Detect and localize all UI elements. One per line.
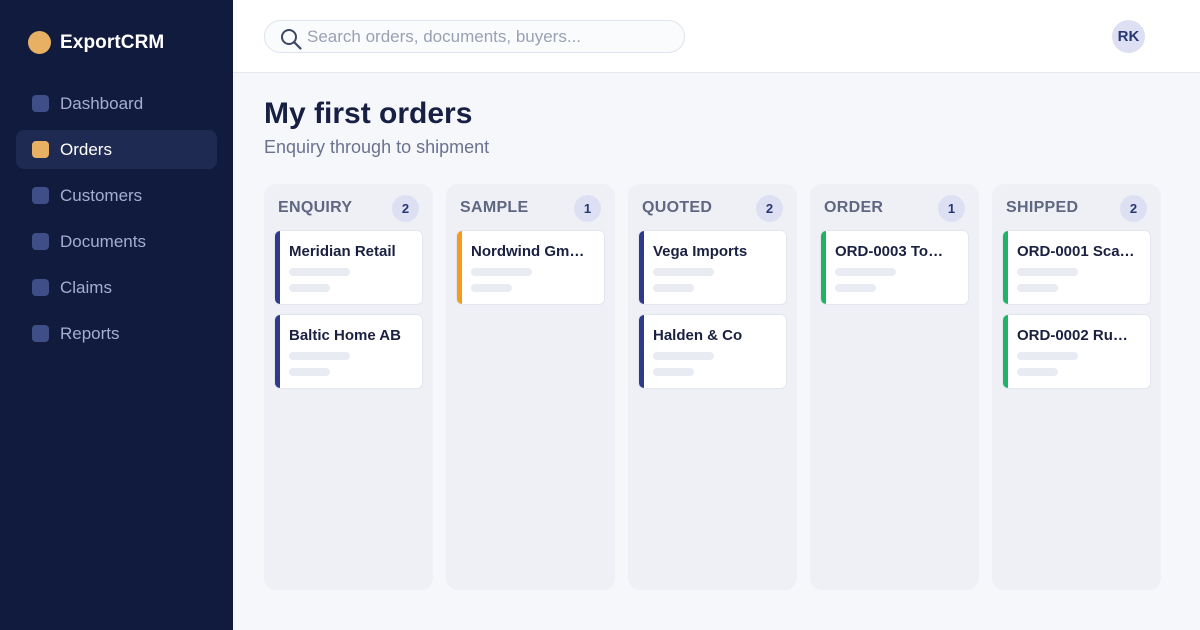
card-placeholder-line	[289, 284, 330, 292]
sidebar-item-label: Orders	[60, 139, 112, 159]
orders-icon	[32, 141, 49, 158]
card-placeholder-line	[289, 368, 330, 376]
brand-name: ExportCRM	[60, 31, 165, 53]
column-header: ORDER 1	[824, 194, 965, 222]
sidebar-item-documents[interactable]: Documents	[16, 222, 217, 261]
column-enquiry: ENQUIRY 2 Meridian Retail Baltic Home AB	[264, 184, 433, 590]
customers-icon	[32, 187, 49, 204]
claims-icon	[32, 279, 49, 296]
card-title: ORD-0001 Sca…	[1017, 243, 1135, 260]
card-status-stripe	[457, 231, 462, 304]
sidebar-item-label: Dashboard	[60, 93, 144, 113]
sidebar: ExportCRM Dashboard Orders Customers Doc…	[0, 0, 233, 630]
card-title: Baltic Home AB	[289, 327, 401, 344]
card-placeholder-line	[653, 268, 714, 276]
card-placeholder-line	[653, 352, 714, 360]
page-subtitle: Enquiry through to shipment	[264, 137, 490, 157]
card-title: Nordwind Gm…	[471, 243, 585, 260]
sidebar-item-customers[interactable]: Customers	[16, 176, 217, 215]
card-title: ORD-0003 To…	[835, 243, 944, 260]
order-card[interactable]: ORD-0002 Ru…	[1002, 314, 1151, 389]
sidebar-nav: Dashboard Orders Customers Documents Cla…	[16, 84, 217, 360]
column-count-badge: 2	[392, 194, 419, 222]
card-list: Nordwind Gm…	[456, 230, 605, 314]
sidebar-item-label: Customers	[60, 185, 143, 205]
card-title: Halden & Co	[653, 327, 743, 344]
dashboard-icon	[32, 95, 49, 112]
card-list: Vega Imports Halden & Co	[638, 230, 787, 398]
top-bar: RK	[233, 0, 1200, 73]
card-status-stripe	[639, 231, 644, 304]
column-header: SHIPPED 2	[1006, 194, 1147, 222]
card-placeholder-line	[835, 268, 896, 276]
card-placeholder-line	[653, 368, 694, 376]
search-input[interactable]	[307, 25, 667, 49]
sidebar-item-label: Claims	[60, 277, 112, 297]
card-status-stripe	[275, 231, 280, 304]
sidebar-item-claims[interactable]: Claims	[16, 268, 217, 307]
card-placeholder-line	[471, 268, 532, 276]
column-title: SHIPPED	[1006, 199, 1079, 216]
column-count-badge: 1	[574, 194, 601, 222]
order-card[interactable]: Meridian Retail	[274, 230, 423, 305]
card-placeholder-line	[1017, 284, 1058, 292]
avatar[interactable]: RK	[1112, 20, 1145, 53]
card-title: Vega Imports	[653, 243, 748, 260]
column-count-badge: 1	[938, 194, 965, 222]
card-title: Meridian Retail	[289, 243, 396, 260]
card-list: ORD-0003 To…	[820, 230, 969, 314]
documents-icon	[32, 233, 49, 250]
sidebar-item-label: Reports	[60, 323, 120, 343]
order-card[interactable]: ORD-0003 To…	[820, 230, 969, 305]
column-title: QUOTED	[642, 199, 713, 216]
column-count-badge: 2	[756, 194, 783, 222]
column-quoted: QUOTED 2 Vega Imports Halden & Co	[628, 184, 797, 590]
column-header: QUOTED 2	[642, 194, 783, 222]
column-header: SAMPLE 1	[460, 194, 601, 222]
reports-icon	[32, 325, 49, 342]
card-list: Meridian Retail Baltic Home AB	[274, 230, 423, 398]
order-card[interactable]: Baltic Home AB	[274, 314, 423, 389]
card-title: ORD-0002 Ru…	[1017, 327, 1128, 344]
card-placeholder-line	[289, 352, 350, 360]
search-bar[interactable]	[264, 20, 685, 53]
sidebar-item-dashboard[interactable]: Dashboard	[16, 84, 217, 123]
order-card[interactable]: Vega Imports	[638, 230, 787, 305]
column-title: ORDER	[824, 199, 884, 216]
order-card[interactable]: Halden & Co	[638, 314, 787, 389]
order-card[interactable]: Nordwind Gm…	[456, 230, 605, 305]
card-status-stripe	[275, 315, 280, 388]
card-status-stripe	[1003, 315, 1008, 388]
search-icon	[281, 29, 302, 50]
card-placeholder-line	[289, 268, 350, 276]
column-title: ENQUIRY	[278, 199, 353, 216]
sidebar-item-reports[interactable]: Reports	[16, 314, 217, 353]
column-title: SAMPLE	[460, 199, 529, 216]
logo-circle-icon	[28, 31, 51, 54]
sidebar-item-orders[interactable]: Orders	[16, 130, 217, 169]
card-placeholder-line	[471, 284, 512, 292]
column-sample: SAMPLE 1 Nordwind Gm…	[446, 184, 615, 590]
page-title: My first orders	[264, 97, 473, 130]
card-placeholder-line	[1017, 268, 1078, 276]
card-list: ORD-0001 Sca… ORD-0002 Ru…	[1002, 230, 1151, 398]
column-header: ENQUIRY 2	[278, 194, 419, 222]
column-order: ORDER 1 ORD-0003 To…	[810, 184, 979, 590]
card-status-stripe	[639, 315, 644, 388]
card-placeholder-line	[653, 284, 694, 292]
column-count-badge: 2	[1120, 194, 1147, 222]
sidebar-item-label: Documents	[60, 231, 146, 251]
column-shipped: SHIPPED 2 ORD-0001 Sca… ORD-0002 Ru…	[992, 184, 1161, 590]
card-placeholder-line	[1017, 352, 1078, 360]
card-status-stripe	[821, 231, 826, 304]
card-status-stripe	[1003, 231, 1008, 304]
kanban-board: ENQUIRY 2 Meridian Retail Baltic Home AB…	[264, 184, 1174, 590]
order-card[interactable]: ORD-0001 Sca…	[1002, 230, 1151, 305]
card-placeholder-line	[835, 284, 876, 292]
brand[interactable]: ExportCRM	[28, 31, 164, 54]
card-placeholder-line	[1017, 368, 1058, 376]
